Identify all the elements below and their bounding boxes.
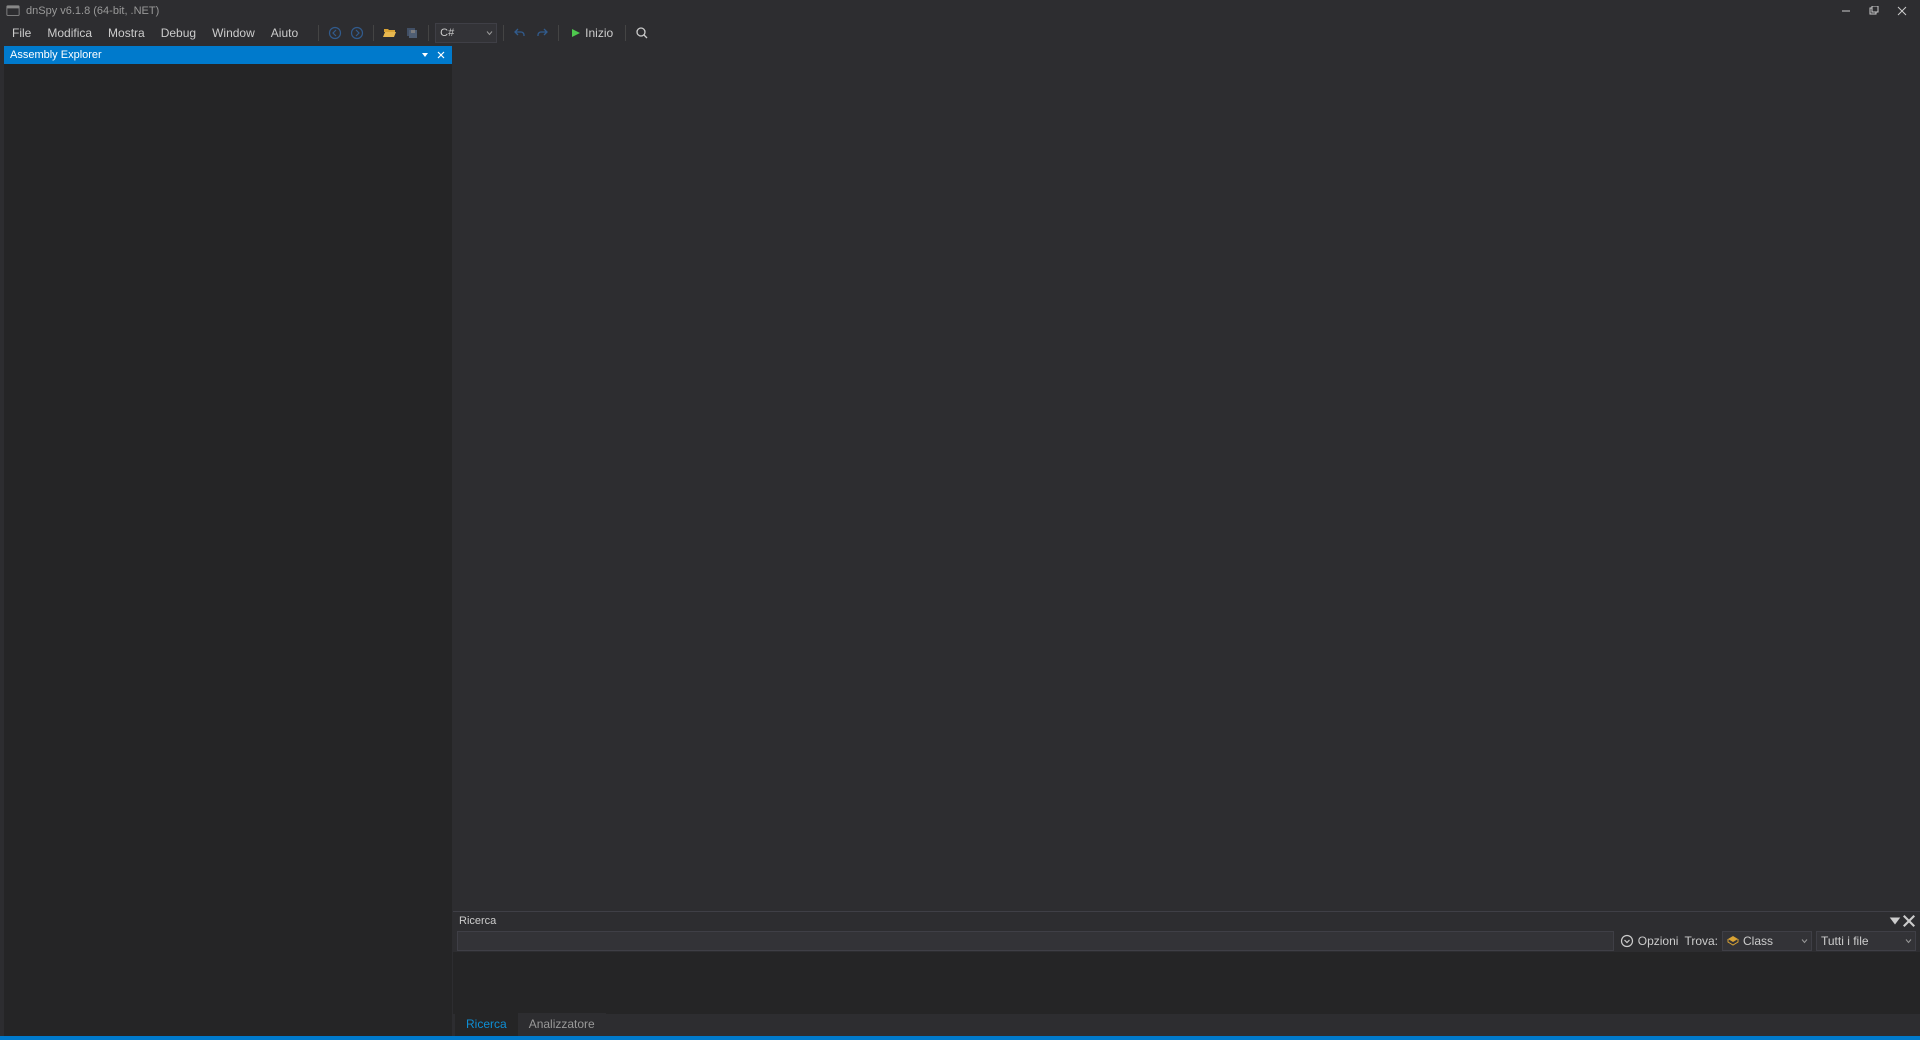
minimize-button[interactable]	[1832, 0, 1860, 22]
assembly-explorer-title-text: Assembly Explorer	[10, 49, 102, 61]
menu-debug[interactable]: Debug	[153, 23, 204, 43]
tab-analizzatore-label: Analizzatore	[529, 1017, 595, 1031]
tab-ricerca-label: Ricerca	[466, 1017, 507, 1031]
search-type-select[interactable]: Class	[1722, 931, 1812, 951]
menubar: File Modifica Mostra Debug Window Aiuto …	[0, 22, 1920, 44]
panel-dropdown-button[interactable]	[418, 48, 432, 62]
statusbar	[0, 1036, 1920, 1040]
language-select[interactable]: C#	[435, 23, 497, 43]
search-type-text: Class	[1743, 934, 1773, 948]
toolbar: C# Inizio	[314, 22, 652, 44]
window-title: dnSpy v6.1.8 (64-bit, .NET)	[26, 5, 159, 17]
open-file-button[interactable]	[380, 23, 400, 43]
search-panel-title: Ricerca	[453, 912, 1920, 930]
nav-forward-button[interactable]	[347, 23, 367, 43]
tab-ricerca[interactable]: Ricerca	[455, 1013, 518, 1036]
search-panel-close-button[interactable]	[1902, 914, 1916, 928]
app-icon	[6, 4, 20, 18]
menu-mostra[interactable]: Mostra	[100, 23, 153, 43]
search-scope-text: Tutti i file	[1821, 934, 1869, 948]
search-panel-title-text: Ricerca	[459, 915, 496, 927]
search-scope-select[interactable]: Tutti i file	[1816, 931, 1916, 951]
search-input[interactable]	[457, 931, 1614, 951]
panel-close-button[interactable]	[434, 48, 448, 62]
save-all-button[interactable]	[402, 23, 422, 43]
editor-area[interactable]	[453, 44, 1920, 911]
search-options-label: Opzioni	[1638, 934, 1679, 948]
menu-window[interactable]: Window	[204, 23, 263, 43]
start-debug-button[interactable]: Inizio	[565, 23, 619, 43]
redo-button[interactable]	[532, 23, 552, 43]
bottom-tabs: Ricerca Analizzatore	[453, 1014, 1920, 1036]
search-panel-dropdown-button[interactable]	[1888, 914, 1902, 928]
search-results[interactable]	[453, 952, 1920, 1014]
menu-modifica[interactable]: Modifica	[39, 23, 100, 43]
nav-back-button[interactable]	[325, 23, 345, 43]
maximize-button[interactable]	[1860, 0, 1888, 22]
assembly-explorer-panel: Assembly Explorer	[4, 46, 453, 1036]
start-label: Inizio	[585, 26, 613, 40]
undo-button[interactable]	[510, 23, 530, 43]
search-toolbar-button[interactable]	[632, 23, 652, 43]
main-area: Assembly Explorer Ricerca	[0, 44, 1920, 1036]
assembly-explorer-title: Assembly Explorer	[4, 46, 452, 64]
search-options-button[interactable]: Opzioni	[1618, 931, 1681, 951]
assembly-explorer-body[interactable]	[4, 64, 452, 1036]
menu-aiuto[interactable]: Aiuto	[263, 23, 306, 43]
right-area: Ricerca Opzioni Trova: Class	[453, 44, 1920, 1036]
search-panel: Ricerca Opzioni Trova: Class	[453, 911, 1920, 1036]
find-label: Trova:	[1684, 934, 1718, 948]
language-select-text: C#	[440, 27, 454, 39]
search-toolbar: Opzioni Trova: Class Tutti i file	[453, 930, 1920, 952]
close-button[interactable]	[1888, 0, 1916, 22]
menu-file[interactable]: File	[4, 23, 39, 43]
titlebar: dnSpy v6.1.8 (64-bit, .NET)	[0, 0, 1920, 22]
tab-analizzatore[interactable]: Analizzatore	[518, 1013, 606, 1036]
